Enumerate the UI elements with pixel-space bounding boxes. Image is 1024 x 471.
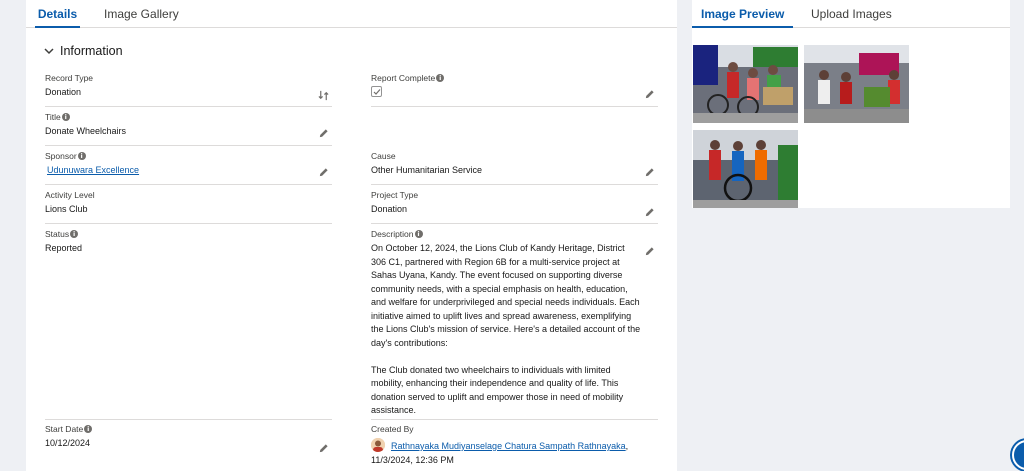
edit-pencil-icon[interactable] [318, 443, 329, 454]
avatar [371, 438, 385, 452]
field-label: Status [45, 228, 70, 239]
field-sponsor: Sponsor i Udunuwara Excellence [45, 150, 332, 185]
info-icon[interactable]: i [61, 112, 70, 121]
sponsor-link[interactable]: Udunuwara Excellence [47, 164, 332, 178]
change-record-type-icon[interactable] [318, 90, 329, 101]
field-label: Sponsor [45, 150, 77, 161]
gallery-image-3[interactable] [693, 130, 798, 208]
photo-image [693, 45, 798, 123]
edit-pencil-icon[interactable] [644, 89, 655, 100]
field-label: Report Complete [371, 72, 436, 83]
image-tabs: Image Preview Upload Images [692, 0, 1010, 28]
info-icon[interactable]: i [70, 229, 79, 238]
report-complete-checkbox[interactable] [371, 86, 382, 97]
field-value: Donation [45, 87, 82, 97]
description-text: On October 12, 2024, the Lions Club of K… [371, 243, 641, 415]
separator: , [625, 441, 629, 451]
edit-pencil-icon[interactable] [644, 246, 655, 257]
field-value: Reported [45, 243, 83, 253]
field-label: Activity Level [45, 189, 95, 200]
field-value: Lions Club [45, 204, 88, 214]
divider [371, 223, 658, 224]
divider [371, 419, 658, 420]
field-report-complete: Report Complete i [371, 72, 658, 107]
field-label: Project Type [371, 189, 419, 200]
photo-image [693, 130, 798, 208]
field-title: Title i Donate Wheelchairs [45, 111, 332, 146]
edit-pencil-icon[interactable] [644, 207, 655, 218]
field-label: Title [45, 111, 61, 122]
field-description: Description i On October 12, 2024, the Li… [371, 228, 658, 420]
tab-image-gallery[interactable]: Image Gallery [104, 0, 179, 28]
field-label: Description [371, 228, 414, 239]
divider [45, 145, 332, 146]
created-datetime: 11/3/2024, 12:36 PM [371, 454, 454, 465]
detail-tabs: Details Image Gallery [26, 0, 677, 28]
details-card: Details Image Gallery Information Record… [26, 0, 677, 471]
tab-image-preview[interactable]: Image Preview [692, 0, 794, 28]
field-value: Donation [371, 204, 408, 214]
field-created-by: Created By Rathnayaka Mudiyanselage Chat… [371, 423, 658, 468]
edit-pencil-icon[interactable] [318, 167, 329, 178]
field-value: Donate Wheelchairs [45, 126, 127, 136]
field-value: Other Humanitarian Service [371, 165, 483, 175]
floating-action-button[interactable] [1012, 440, 1024, 470]
field-label: Cause [371, 150, 396, 161]
field-record-type: Record Type Donation [45, 72, 332, 107]
info-icon[interactable]: i [77, 151, 86, 160]
photo-image [804, 45, 909, 123]
gallery-image-2[interactable] [804, 45, 909, 123]
divider [45, 106, 332, 107]
field-activity-level: Activity Level Lions Club [45, 189, 332, 224]
info-icon[interactable]: i [414, 229, 423, 238]
chevron-down-icon [44, 48, 54, 55]
field-value: 10/12/2024 [45, 438, 91, 448]
section-title: Information [60, 44, 123, 58]
info-icon[interactable]: i [84, 424, 93, 433]
tab-details[interactable]: Details [35, 0, 80, 28]
field-label: Created By [371, 423, 414, 434]
checkmark-icon [373, 89, 381, 95]
divider [45, 419, 332, 420]
created-by-user-link[interactable]: Rathnayaka Mudiyanselage Chatura Sampath… [391, 441, 626, 451]
field-project-type: Project Type Donation [371, 189, 658, 224]
gallery-image-1[interactable] [693, 45, 798, 123]
information-section-toggle[interactable]: Information [42, 42, 123, 60]
divider [371, 184, 658, 185]
field-cause: Cause Other Humanitarian Service [371, 150, 658, 185]
info-icon[interactable]: i [436, 73, 445, 82]
field-label: Start Date [45, 423, 84, 434]
divider [371, 106, 658, 107]
edit-pencil-icon[interactable] [644, 167, 655, 178]
field-label: Record Type [45, 72, 94, 83]
image-preview-card: Image Preview Upload Images [692, 0, 1010, 208]
tab-upload-images[interactable]: Upload Images [811, 0, 892, 28]
divider [45, 184, 332, 185]
edit-pencil-icon[interactable] [318, 128, 329, 139]
field-status: Status i Reported [45, 228, 332, 420]
field-start-date: Start Date i 10/12/2024 [45, 423, 332, 463]
divider [45, 223, 332, 224]
